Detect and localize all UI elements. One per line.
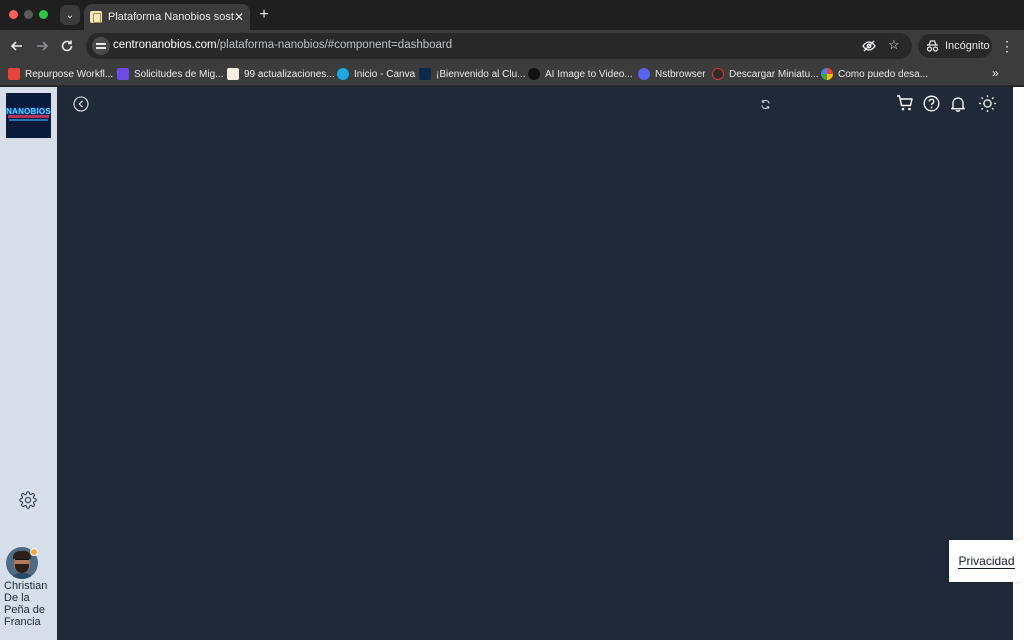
bookmark-item[interactable]: Descargar Miniatu... bbox=[712, 67, 818, 81]
bookmarks-bar: Repurpose Workfl... Solicitudes de Mig..… bbox=[0, 62, 1024, 86]
eye-off-icon[interactable] bbox=[862, 39, 876, 56]
bookmark-favicon-icon bbox=[638, 68, 650, 80]
google-icon bbox=[821, 68, 833, 80]
bookmark-item[interactable]: Inicio - Canva bbox=[337, 67, 415, 81]
bookmark-item[interactable]: Como puedo desa... bbox=[821, 67, 928, 81]
reload-icon[interactable] bbox=[58, 37, 76, 55]
browser-toolbar: centronanobios.com/plataforma-nanobios/#… bbox=[0, 30, 1024, 62]
bookmark-favicon-icon bbox=[227, 68, 239, 80]
avatar-beard bbox=[15, 564, 29, 573]
bookmark-label: Descargar Miniatu... bbox=[729, 68, 819, 80]
status-dot bbox=[30, 548, 38, 556]
privacy-button[interactable]: Privacidad bbox=[949, 540, 1024, 582]
tab-title: Plataforma Nanobios sostienen bbox=[108, 11, 234, 23]
back-arrow-icon[interactable] bbox=[8, 37, 26, 55]
page-viewport: NANOBIOS Christian De la Peña de Francia bbox=[0, 87, 1024, 640]
logo-subline bbox=[9, 119, 48, 121]
chevron-left-icon[interactable] bbox=[73, 96, 89, 112]
bookmark-item[interactable]: Nstbrowser bbox=[638, 67, 706, 81]
bookmark-favicon-icon bbox=[117, 68, 129, 80]
bookmark-label: Solicitudes de Mig... bbox=[134, 68, 224, 80]
logo-glow bbox=[8, 115, 49, 118]
url-domain: centronanobios.com bbox=[113, 39, 217, 51]
site-settings-icon[interactable] bbox=[92, 37, 110, 55]
bookmark-label: Inicio - Canva bbox=[354, 68, 416, 80]
nanobios-logo[interactable]: NANOBIOS bbox=[6, 93, 51, 138]
bookmark-favicon-icon bbox=[8, 68, 20, 80]
bookmark-star-icon[interactable]: ☆ bbox=[888, 37, 900, 53]
help-icon[interactable] bbox=[923, 95, 940, 112]
bookmark-item[interactable]: AI Image to Video... bbox=[528, 67, 633, 81]
url-text[interactable]: centronanobios.com/plataforma-nanobios/#… bbox=[113, 39, 452, 51]
privacy-label: Privacidad bbox=[958, 553, 1015, 569]
bookmark-favicon-icon bbox=[528, 68, 540, 80]
gear-icon[interactable] bbox=[19, 491, 37, 509]
url-path: /plataforma-nanobios/#component=dashboar… bbox=[216, 39, 453, 51]
bookmark-label: ¡Bienvenido al Clu... bbox=[436, 68, 526, 80]
incognito-icon bbox=[926, 40, 939, 52]
bookmark-label: Repurpose Workfl... bbox=[25, 68, 114, 80]
maximize-window-button[interactable] bbox=[39, 10, 48, 19]
bookmark-label: Como puedo desa... bbox=[838, 68, 929, 80]
tab-favicon-icon bbox=[90, 11, 102, 23]
chevron-down-icon: ⌄ bbox=[65, 9, 75, 21]
refresh-icon[interactable] bbox=[760, 97, 771, 109]
avatar-body bbox=[10, 573, 34, 579]
tab-search-button[interactable]: ⌄ bbox=[60, 5, 80, 25]
new-tab-button[interactable]: + bbox=[256, 6, 272, 24]
bookmark-item[interactable]: Repurpose Workfl... bbox=[8, 67, 113, 81]
more-bookmarks-icon[interactable]: » bbox=[992, 66, 999, 80]
sidebar: NANOBIOS Christian De la Peña de Francia bbox=[0, 87, 57, 640]
browser-tab-active[interactable]: Plataforma Nanobios sostienen ✕ bbox=[84, 4, 250, 30]
browser-tab-strip: ⌄ Plataforma Nanobios sostienen ✕ + bbox=[0, 0, 1024, 30]
sun-icon[interactable] bbox=[978, 94, 997, 113]
close-tab-icon[interactable]: ✕ bbox=[234, 10, 244, 24]
bookmark-item[interactable]: Solicitudes de Mig... bbox=[117, 67, 224, 81]
minimize-window-button[interactable] bbox=[24, 10, 33, 19]
bookmark-item[interactable]: 99 actualizaciones... bbox=[227, 67, 335, 81]
cart-icon[interactable] bbox=[896, 94, 914, 112]
bookmark-favicon-icon bbox=[419, 68, 431, 80]
avatar-hair bbox=[13, 551, 31, 559]
browser-menu-icon[interactable]: ⋮ bbox=[1000, 38, 1014, 55]
bookmark-label: 99 actualizaciones... bbox=[244, 68, 335, 80]
close-window-button[interactable] bbox=[9, 10, 18, 19]
address-bar[interactable]: centronanobios.com/plataforma-nanobios/#… bbox=[86, 33, 912, 59]
bell-icon[interactable] bbox=[950, 95, 966, 112]
avatar-glasses bbox=[15, 559, 29, 562]
incognito-badge[interactable]: Incógnito bbox=[918, 34, 992, 58]
bookmark-label: AI Image to Video... bbox=[545, 68, 633, 80]
bookmark-favicon-icon bbox=[712, 68, 724, 80]
forward-arrow-icon[interactable] bbox=[33, 37, 51, 55]
user-name[interactable]: Christian De la Peña de Francia bbox=[4, 580, 56, 628]
bookmark-label: Nstbrowser bbox=[655, 68, 706, 80]
bookmark-item[interactable]: ¡Bienvenido al Clu... bbox=[419, 67, 526, 81]
dashboard-main bbox=[57, 87, 1013, 640]
bookmark-favicon-icon bbox=[337, 68, 349, 80]
incognito-label: Incógnito bbox=[945, 40, 990, 52]
